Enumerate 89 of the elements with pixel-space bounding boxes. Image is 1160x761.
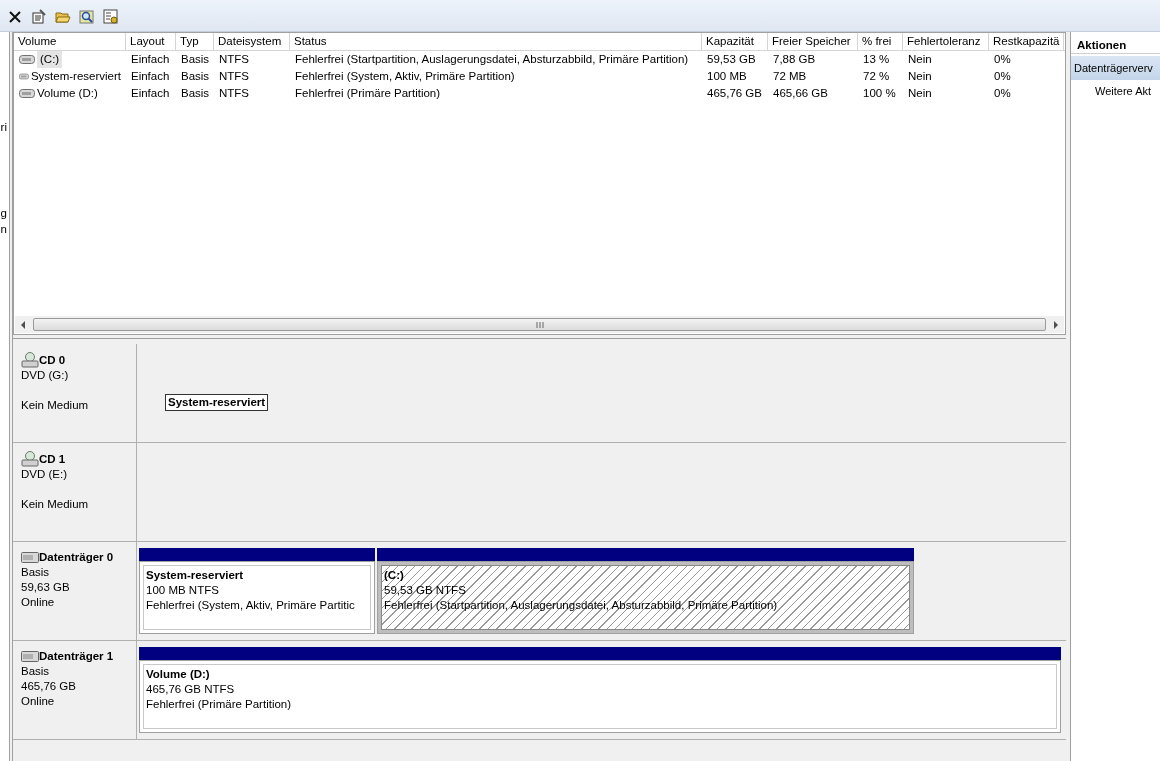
properties-icon (31, 9, 47, 25)
drive-icon (19, 89, 35, 98)
partition-name: Volume (D:) (146, 667, 211, 682)
table-cell-text: NTFS (219, 52, 250, 67)
disk-name: CD 1 (39, 451, 66, 467)
horizontal-scrollbar[interactable] (15, 316, 1064, 333)
action-item[interactable]: Datenträgerverv (1071, 56, 1160, 80)
scrollbar-thumb[interactable] (33, 318, 1046, 331)
table-cell-text: Fehlerfrei (System, Aktiv, Primäre Partition) (295, 69, 515, 84)
table-cell-text: 72 MB (773, 69, 807, 84)
partition[interactable]: Volume (D:) 465,76 GB NTFS Fehlerfrei (Primäre Partition) (139, 660, 1061, 733)
table-cell-text: Nein (908, 52, 932, 67)
partition[interactable]: (C:) 59,53 GB NTFS Fehlerfrei (Startpartition, Auslagerungsdatei, Absturzabbild, Primäre Partition) (377, 561, 914, 634)
partition-status: Fehlerfrei (System, Aktiv, Primäre Partitic (146, 598, 356, 613)
disk-name: Datenträger 0 (39, 550, 114, 565)
column-header[interactable]: Kapazität (702, 33, 768, 50)
disk-info: Basis (21, 565, 51, 580)
table-cell-text: Basis (181, 69, 210, 84)
disk-info: DVD (G:) (21, 368, 70, 383)
disk-info: DVD (E:) (21, 467, 68, 482)
column-header[interactable]: Freier Speicher (768, 33, 858, 50)
disk-name: CD 0 (39, 352, 66, 368)
table-cell-text: Nein (908, 86, 932, 101)
partition-size: 100 MB NTFS (146, 583, 220, 598)
table-cell-text: 0% (994, 86, 1011, 101)
column-header[interactable]: Status (290, 33, 702, 50)
drive-icon (21, 651, 39, 662)
table-cell-text: Fehlerfrei (Primäre Partition) (295, 86, 441, 101)
disk-info: Kein Medium (21, 398, 90, 413)
table-cell-text: 72 % (863, 69, 890, 84)
disk-info: Online (21, 595, 56, 610)
table-cell-text: NTFS (219, 69, 250, 84)
column-header[interactable]: Dateisystem (214, 33, 290, 50)
action-item[interactable]: Weitere Akt (1071, 80, 1160, 102)
toolbar-button[interactable] (78, 8, 96, 26)
table-cell-text: 7,88 GB (773, 52, 816, 67)
table-cell-text: NTFS (219, 86, 250, 101)
drive-icon (19, 72, 29, 81)
cd-drive-icon (21, 352, 39, 368)
sidebar-text: g (0, 208, 7, 220)
search-icon (79, 9, 95, 25)
column-header[interactable]: Typ (176, 33, 214, 50)
settings-icon (103, 9, 119, 25)
partition-size: 465,76 GB NTFS (146, 682, 236, 697)
toolbar-button[interactable] (30, 8, 48, 26)
disk-info: Online (21, 694, 56, 709)
actions-title: Aktionen (1071, 36, 1160, 54)
table-cell-text: 59,53 GB (707, 52, 756, 67)
table-cell-text: Einfach (131, 86, 170, 101)
disk-info: Basis (21, 664, 51, 679)
partition-status: Fehlerfrei (Startpartition, Auslagerungsdatei, Absturzabbild, Primäre Partition) (384, 598, 779, 613)
table-cell-text: 0% (994, 52, 1011, 67)
sidebar-text: ri (0, 122, 7, 134)
cd-drive-icon (21, 451, 39, 467)
partition-name: System-reserviert (146, 568, 245, 583)
column-header[interactable]: Restkapazitä (989, 33, 1064, 50)
sidebar-text: n (0, 224, 7, 236)
drive-icon (19, 55, 35, 64)
column-header[interactable]: % frei (858, 33, 903, 50)
partition-status: Fehlerfrei (Primäre Partition) (146, 697, 293, 712)
table-cell-text: Einfach (131, 69, 170, 84)
table-cell-text: Fehlerfrei (Startpartition, Auslagerungsdatei, Absturzabbild, Primäre Partition) (295, 52, 689, 67)
partition-name: (C:) (384, 568, 405, 583)
table-cell-text: 465,66 GB (773, 86, 828, 101)
table-cell-text: Basis (181, 52, 210, 67)
column-header[interactable]: Fehlertoleranz (903, 33, 989, 50)
table-cell-text: Einfach (131, 52, 170, 67)
disk-name: Datenträger 1 (39, 649, 114, 664)
grip-icon (535, 321, 544, 328)
column-header[interactable]: Volume (14, 33, 126, 50)
folder-icon (55, 9, 71, 25)
table-cell-text: 100 % (863, 86, 896, 101)
table-cell-text: 100 MB (707, 69, 747, 84)
partition[interactable]: System-reserviert 100 MB NTFS Fehlerfrei (System, Aktiv, Primäre Partitic (139, 561, 375, 634)
table-cell-text: Basis (181, 86, 210, 101)
drive-label[interactable]: (C:) (37, 51, 63, 68)
table-cell-text: 0% (994, 69, 1011, 84)
column-header[interactable]: Layout (126, 33, 176, 50)
drive-icon (21, 552, 39, 563)
disk-info: 465,76 GB (21, 679, 77, 694)
table-cell-text: 13 % (863, 52, 890, 67)
table-cell-text: 465,76 GB (707, 86, 762, 101)
table-cell-text: Nein (908, 69, 932, 84)
toolbar-button[interactable] (102, 8, 120, 26)
disk-info: Kein Medium (21, 497, 90, 512)
partition-size: 59,53 GB NTFS (384, 583, 467, 598)
disk-info: 59,63 GB (21, 580, 71, 595)
floating-label: System-reserviert (165, 394, 269, 411)
close-icon (7, 9, 23, 25)
